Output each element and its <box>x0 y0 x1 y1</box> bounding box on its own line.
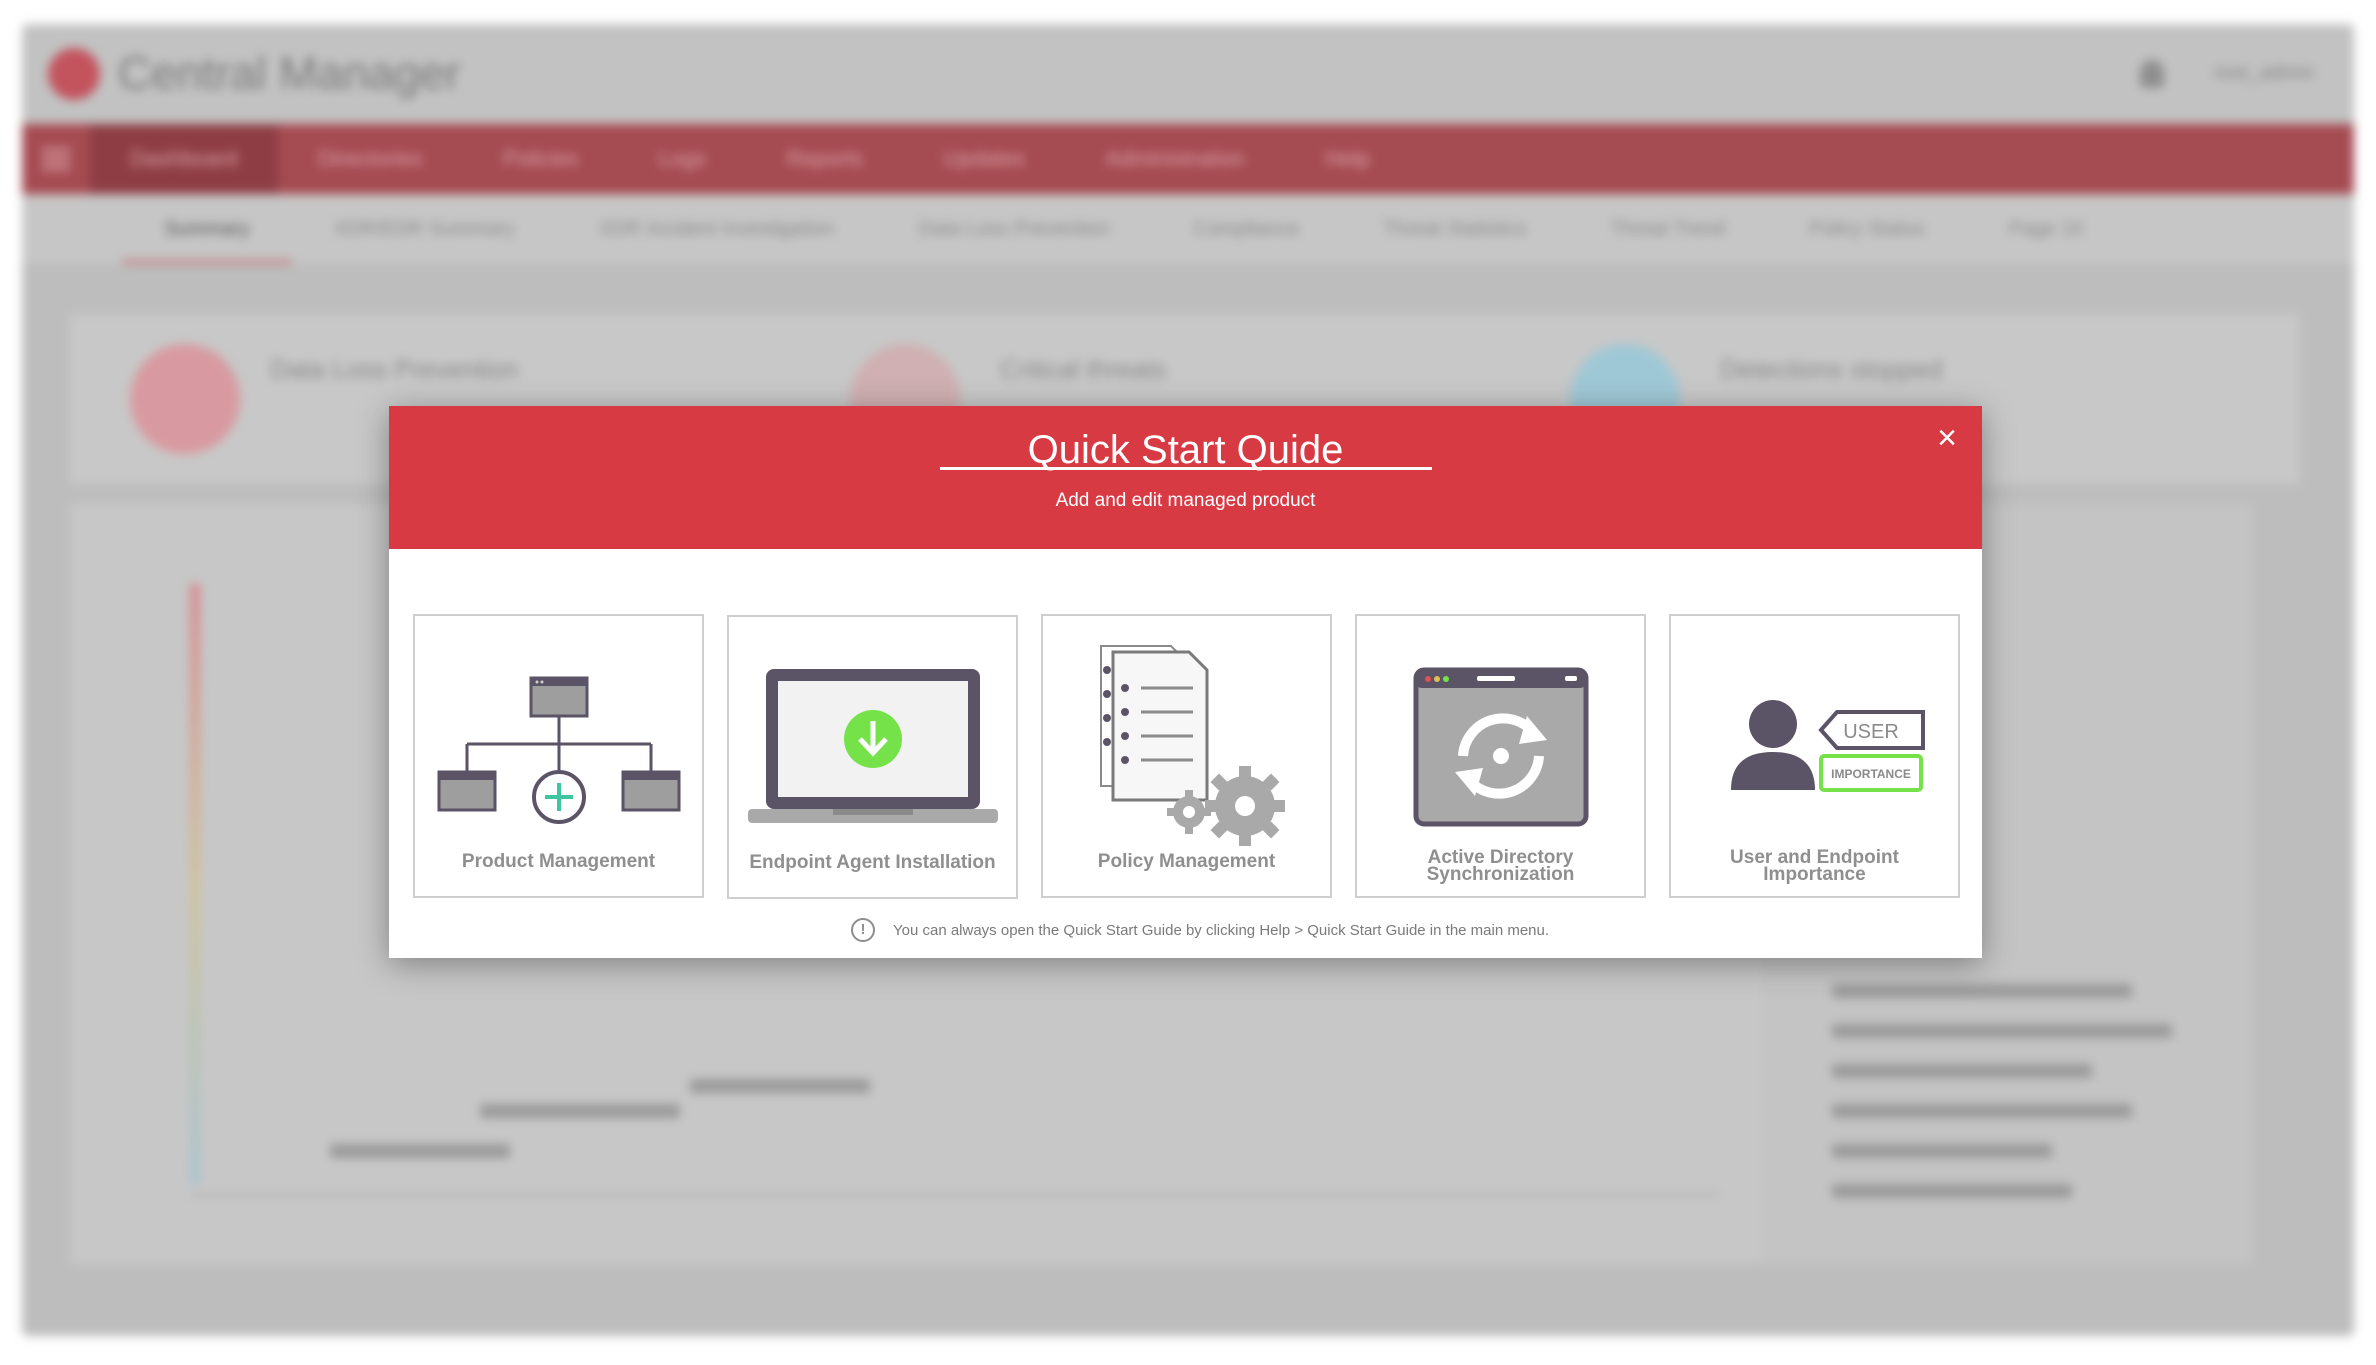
app-logo-icon <box>48 48 100 100</box>
quick-start-guide-dialog: Quick Start Quide Add and edit managed p… <box>389 406 1982 958</box>
product-management-label: Product Management <box>461 851 656 872</box>
footer-note-text: You can always open the Quick Start Guid… <box>893 921 1550 939</box>
user-tag-text: USER <box>1843 721 1899 743</box>
app-title: Central Manager <box>118 47 461 99</box>
nav-item-reports: Reports <box>786 146 864 171</box>
main-nav: Dashboard Directories Policies Logs Repo… <box>22 124 2354 194</box>
dashboard-tabs: Summary XDR/EDR Summary XDR Incident Inv… <box>22 194 2354 264</box>
importance-tag-text: IMPORTANCE <box>1831 767 1911 781</box>
user-icon <box>2140 60 2164 88</box>
close-button[interactable]: × <box>1929 420 1965 456</box>
product-management-card[interactable]: Product Management <box>413 614 704 898</box>
menu-icon <box>42 148 70 170</box>
tab-threat-statistics: Threat Statistics <box>1383 218 1527 240</box>
nav-item-policies: Policies <box>502 146 579 171</box>
nav-item-dashboard: Dashboard <box>90 124 278 194</box>
info-icon: ! <box>851 918 875 942</box>
footer-note: ! You can always open the Quick Start Gu… <box>851 917 1549 943</box>
card-title-critical-threats: Critical threats <box>1000 354 1167 384</box>
card-title-dlp: Data Loss Prevention <box>270 354 519 384</box>
active-directory-sync-card[interactable]: Active Directory Synchronization <box>1355 614 1646 898</box>
active-directory-sync-label-line2: Synchronization <box>1426 864 1575 885</box>
nav-item-help: Help <box>1324 146 1370 171</box>
user-endpoint-importance-label-line2: Importance <box>1763 864 1866 885</box>
tab-dlp: Data Loss Prevention <box>918 218 1110 240</box>
tab-policy-status: Policy Status <box>1809 218 1925 240</box>
nav-item-administration: Administration <box>1105 146 1245 171</box>
screen: Central Manager root_admin Dashboard Dir… <box>0 0 2376 1365</box>
dlp-status-icon <box>130 344 240 454</box>
policy-management-card[interactable]: Policy Management <box>1041 614 1332 898</box>
user-endpoint-importance-card[interactable]: USER IMPORTANCE User and Endpoint Import… <box>1669 614 1960 898</box>
tab-xdr-incident: XDR Incident Investigation <box>598 218 835 240</box>
card-title-detections: Detections stopped <box>1720 354 1943 384</box>
tab-compliance: Compliance <box>1193 218 1300 240</box>
tab-page-10: Page 10 <box>2008 218 2084 240</box>
policy-management-label: Policy Management <box>1097 851 1276 872</box>
title-underline <box>940 467 1432 470</box>
app-header: Central Manager root_admin <box>22 24 2354 124</box>
endpoint-agent-installation-label: Endpoint Agent Installation <box>749 852 996 873</box>
nav-item-updates: Updates <box>943 146 1026 171</box>
dialog-subtitle: Add and edit managed product <box>1055 490 1316 511</box>
tab-threat-trend: Threat Trend <box>1610 218 1726 240</box>
tab-xdr-summary: XDR/EDR Summary <box>333 218 515 240</box>
tab-summary: Summary <box>122 194 292 264</box>
nav-item-logs: Logs <box>658 146 707 171</box>
dialog-header: Quick Start Quide Add and edit managed p… <box>389 406 1982 549</box>
nav-item-directories: Directories <box>317 146 423 171</box>
endpoint-agent-installation-card[interactable]: Endpoint Agent Installation <box>727 615 1018 899</box>
user-name: root_admin <box>2213 62 2314 84</box>
